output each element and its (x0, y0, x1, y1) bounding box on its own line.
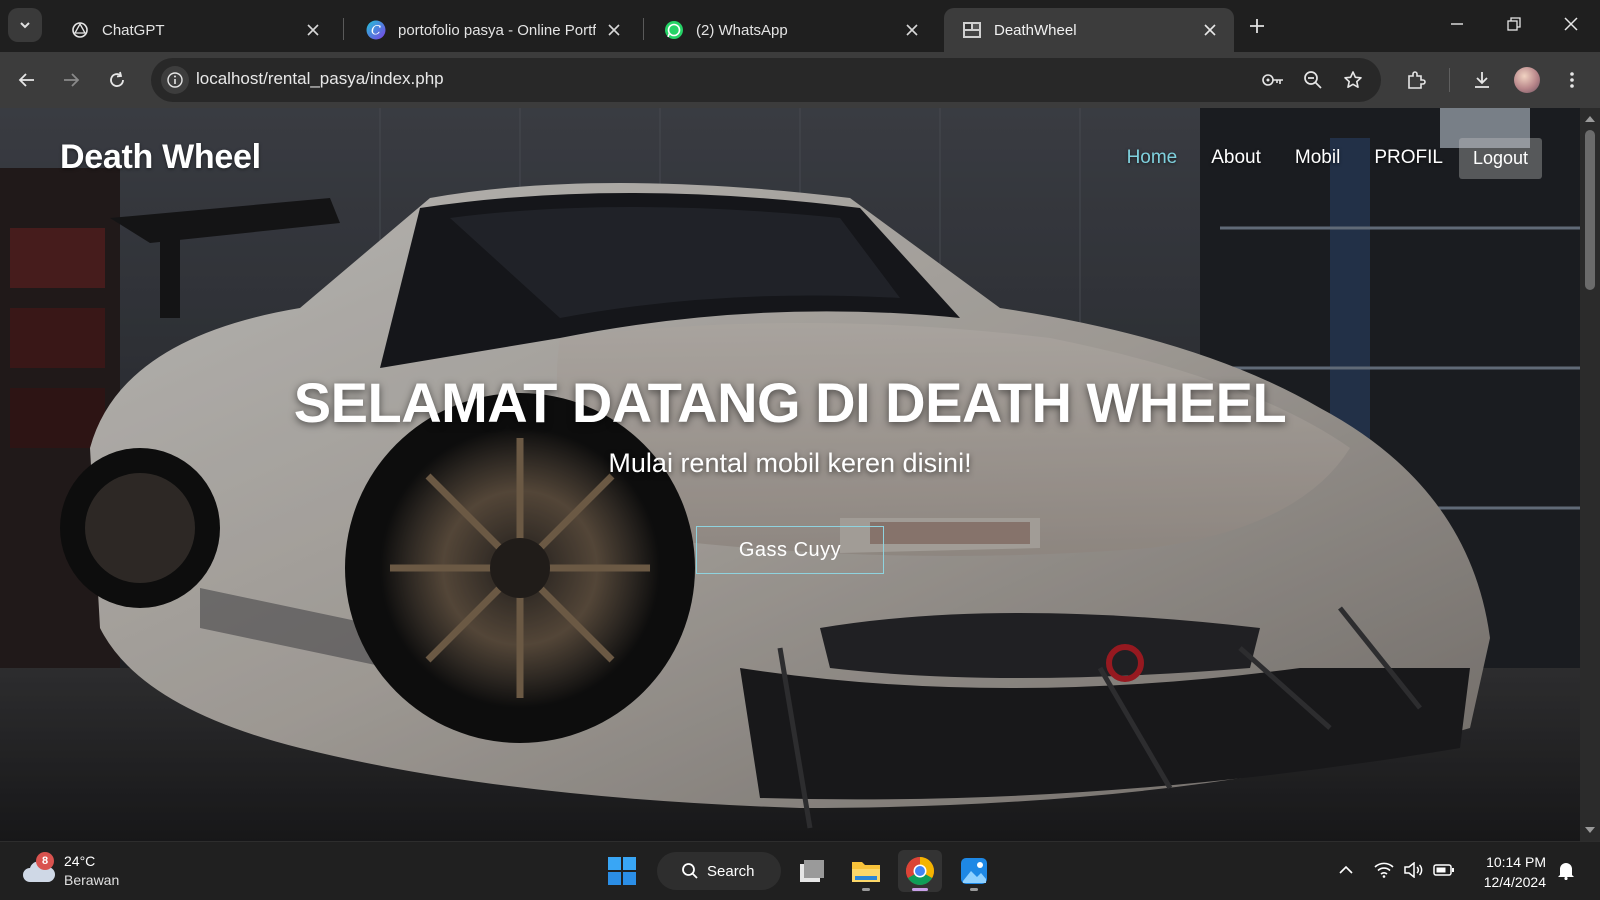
wifi-icon[interactable] (1372, 858, 1396, 882)
close-tab-icon[interactable] (902, 20, 922, 40)
toolbar-separator (1449, 68, 1450, 92)
clock-date: 12/4/2024 (1483, 874, 1546, 890)
tab-title: DeathWheel (994, 21, 1077, 39)
arrow-right-icon (64, 73, 80, 87)
address-bar[interactable]: localhost/rental_pasya/index.php (151, 58, 1381, 102)
taskbar-search[interactable]: Search (657, 852, 781, 890)
site-favicon-icon (962, 20, 982, 40)
svg-text:C: C (371, 24, 381, 39)
volume-icon[interactable] (1401, 858, 1425, 882)
forward-button[interactable] (53, 62, 89, 98)
tab-title: (2) WhatsApp (696, 21, 788, 39)
restore-button[interactable] (1494, 6, 1534, 42)
close-tab-icon[interactable] (1200, 20, 1220, 40)
tab-separator (643, 18, 644, 40)
hero-title: SELAMAT DATANG DI DEATH WHEEL (293, 371, 1287, 434)
photos-taskbar-button[interactable] (952, 850, 996, 892)
task-view-icon (800, 860, 824, 882)
more-vertical-icon (1570, 72, 1574, 88)
start-button[interactable] (600, 850, 644, 892)
bookmark-star-icon[interactable] (1339, 66, 1367, 94)
running-indicator (862, 888, 870, 891)
back-button[interactable] (9, 62, 45, 98)
search-icon (682, 863, 698, 879)
site-brand-logo[interactable]: Death Wheel (60, 138, 261, 177)
browser-toolbar: localhost/rental_pasya/index.php (0, 52, 1600, 108)
tab-search-button[interactable] (8, 8, 42, 42)
site-info-icon[interactable] (161, 66, 189, 94)
clock-time: 10:14 PM (1486, 854, 1546, 870)
weather-badge: 8 (36, 852, 54, 870)
puzzle-icon (1408, 71, 1426, 89)
canva-icon: C (366, 20, 386, 40)
scrollbar-thumb[interactable] (1585, 130, 1595, 290)
arrow-left-icon (18, 73, 34, 87)
whatsapp-icon (664, 20, 684, 40)
logout-button[interactable]: Logout (1458, 137, 1542, 179)
windows-logo-icon (608, 857, 636, 885)
plus-icon (1250, 19, 1264, 33)
restore-icon (1507, 17, 1521, 31)
zoom-icon[interactable] (1299, 66, 1327, 94)
weather-widget[interactable]: 8 24°C Berawan (22, 852, 119, 890)
new-tab-button[interactable] (1243, 12, 1271, 40)
close-window-button[interactable] (1551, 6, 1591, 42)
running-indicator (970, 888, 978, 891)
file-explorer-button[interactable] (844, 850, 888, 892)
tab-portfolio[interactable]: C portofolio pasya - Online Portfolio (348, 8, 638, 52)
tab-deathwheel[interactable]: DeathWheel (944, 8, 1234, 52)
cloud-icon: 8 (22, 852, 56, 884)
download-icon (1475, 72, 1489, 88)
running-indicator (912, 888, 928, 891)
reload-button[interactable] (99, 62, 135, 98)
downloads-button[interactable] (1464, 62, 1500, 98)
site-navbar: Home About Mobil PROFIL Logout (1093, 137, 1542, 179)
weather-condition: Berawan (64, 872, 120, 888)
nav-profil-link[interactable]: PROFIL (1374, 147, 1443, 169)
tab-title: ChatGPT (102, 21, 165, 39)
scroll-up-icon[interactable] (1585, 116, 1595, 122)
nav-mobil-link[interactable]: Mobil (1295, 147, 1340, 169)
url-text[interactable]: localhost/rental_pasya/index.php (196, 69, 444, 89)
notification-bell-icon[interactable] (1554, 858, 1578, 882)
battery-icon[interactable] (1432, 858, 1456, 882)
nav-home-link[interactable]: Home (1127, 147, 1178, 169)
password-key-icon[interactable] (1259, 66, 1287, 94)
close-icon (1564, 17, 1578, 31)
tray-overflow-icon[interactable] (1334, 858, 1358, 882)
chrome-icon (906, 857, 934, 885)
folder-icon (852, 862, 880, 882)
tab-whatsapp[interactable]: (2) WhatsApp (646, 8, 936, 52)
photos-icon (961, 858, 987, 884)
taskbar-clock[interactable]: 10:14 PM 12/4/2024 (1474, 852, 1546, 892)
menu-button[interactable] (1554, 62, 1590, 98)
close-tab-icon[interactable] (604, 20, 624, 40)
scroll-down-icon[interactable] (1585, 827, 1595, 833)
minimize-button[interactable] (1437, 6, 1477, 42)
tab-separator (343, 18, 344, 40)
chatgpt-icon (70, 20, 90, 40)
close-tab-icon[interactable] (303, 20, 323, 40)
page-scrollbar[interactable] (1580, 108, 1600, 841)
page-viewport: Death Wheel Home About Mobil PROFIL Logo… (0, 108, 1600, 841)
task-view-button[interactable] (790, 850, 834, 892)
extensions-button[interactable] (1398, 62, 1434, 98)
windows-taskbar: 8 24°C Berawan Search 10:14 PM 12/4/2024 (0, 841, 1600, 900)
tab-chatgpt[interactable]: ChatGPT (52, 8, 337, 52)
minimize-icon (1451, 23, 1463, 25)
profile-avatar[interactable] (1514, 67, 1540, 93)
tab-title: portofolio pasya - Online Portfolio (398, 21, 596, 39)
nav-about-link[interactable]: About (1211, 147, 1261, 169)
hero-subtitle: Mulai rental mobil keren disini! (608, 448, 972, 478)
weather-temp: 24°C (64, 853, 96, 869)
chrome-taskbar-button[interactable] (898, 850, 942, 892)
search-label: Search (707, 862, 755, 880)
reload-icon (110, 71, 124, 87)
tab-strip: ChatGPT C portofolio pasya - Online Port… (0, 0, 1600, 52)
hero-cta-button[interactable]: Gass Cuyy (696, 526, 884, 574)
chevron-down-icon (20, 22, 30, 29)
